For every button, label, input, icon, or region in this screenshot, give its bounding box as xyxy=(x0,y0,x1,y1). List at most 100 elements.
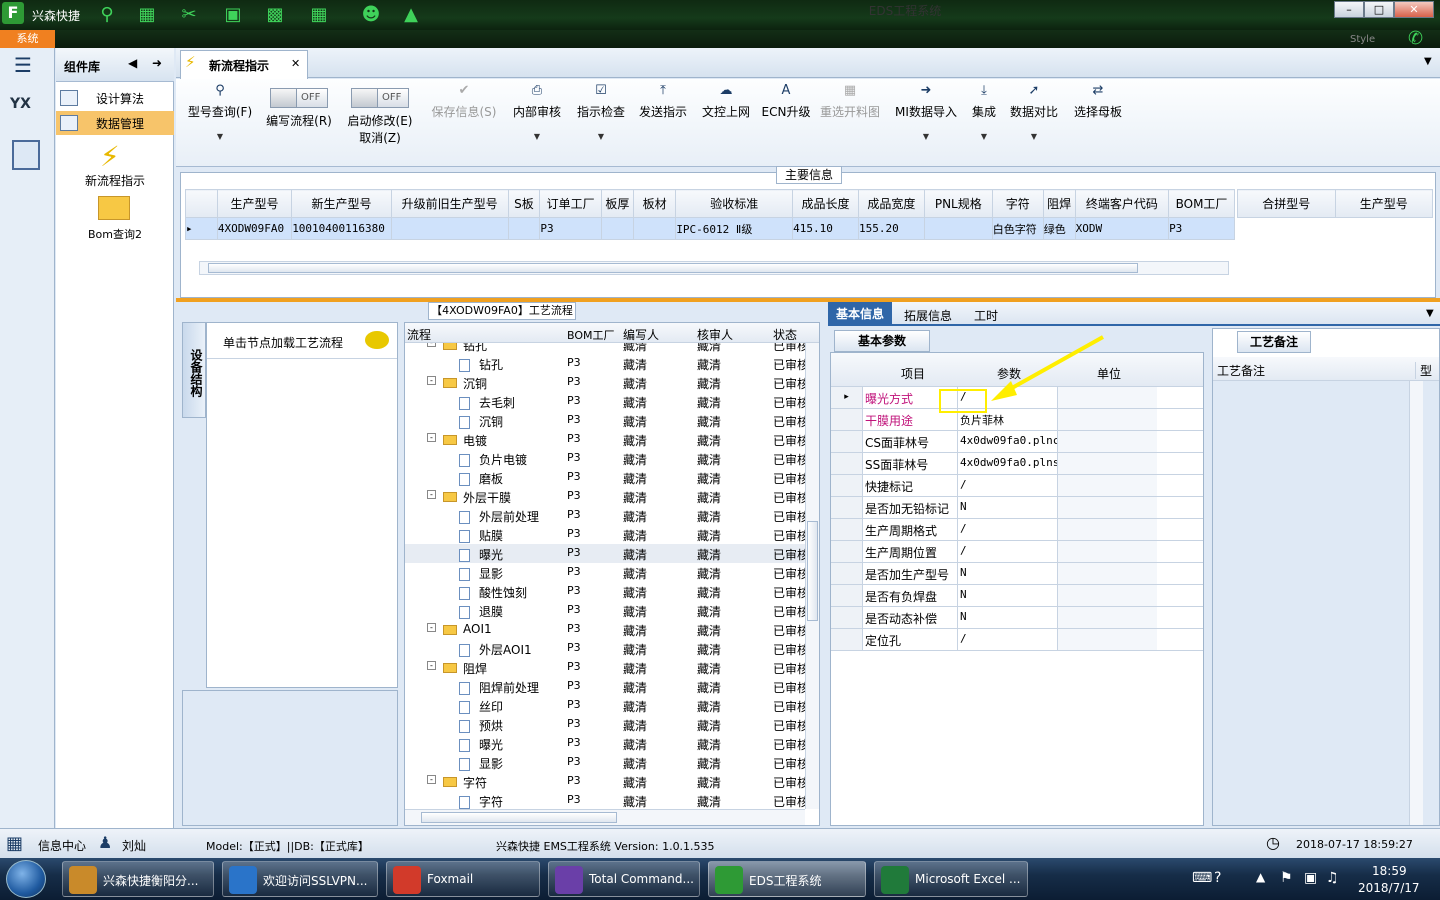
tab-work-hours[interactable]: 工时 xyxy=(974,307,998,324)
send-instruction-button[interactable]: ⤒ 发送指示 xyxy=(636,83,690,120)
column-header[interactable]: 成品宽度 xyxy=(857,189,925,218)
reselect-cutting-button[interactable]: ▦ 重选开料图 xyxy=(818,83,882,120)
column-header[interactable]: 阻焊 xyxy=(1042,189,1076,218)
close-tab-icon[interactable]: ✕ xyxy=(291,57,300,70)
ecn-upgrade-button[interactable]: A ECN升级 xyxy=(760,83,812,120)
collapse-icon[interactable]: - xyxy=(427,775,436,784)
tree-row[interactable]: 钻孔 P3 藏清 藏清 已审核 xyxy=(405,354,805,373)
column-header[interactable]: 生产型号 xyxy=(1334,189,1433,218)
collapse-icon[interactable]: - xyxy=(427,376,436,385)
style-label[interactable]: Style xyxy=(1350,34,1375,45)
param-row[interactable]: 定位孔 / xyxy=(831,629,1203,651)
param-value[interactable]: N xyxy=(957,563,1057,584)
scissors-icon[interactable]: ✂ xyxy=(176,3,202,27)
param-value[interactable]: / xyxy=(957,541,1057,562)
column-header[interactable]: 板厚 xyxy=(600,189,634,218)
tab-basic-info[interactable]: 基本信息 xyxy=(828,302,892,326)
new-flow-item[interactable]: 新流程指示 xyxy=(56,172,174,189)
calculator-icon[interactable]: ▦ xyxy=(134,3,160,27)
column-header[interactable]: BOM工厂 xyxy=(1168,189,1235,218)
column-header[interactable]: S板 xyxy=(507,189,541,218)
table-cell[interactable]: P3 xyxy=(539,217,602,240)
tree-row[interactable]: 显影 P3 藏清 藏清 已审核 xyxy=(405,753,805,772)
library-item-algorithm[interactable]: 设计算法 xyxy=(56,86,174,110)
scroll-thumb[interactable] xyxy=(807,521,818,621)
param-row[interactable]: 是否动态补偿 N xyxy=(831,607,1203,629)
data-compare-button[interactable]: ➚ 数据对比 ▼ xyxy=(1006,83,1062,141)
minimize-button[interactable]: – xyxy=(1334,1,1364,18)
column-header[interactable]: 成品长度 xyxy=(792,189,859,218)
param-value[interactable]: N xyxy=(957,497,1057,518)
write-flow-toggle[interactable]: OFF 编写流程(R) xyxy=(262,83,336,129)
integrate-button[interactable]: ⤓ 集成 ▼ xyxy=(968,83,1000,141)
tree-row[interactable]: 沉铜 P3 藏清 藏清 已审核 xyxy=(405,411,805,430)
table-cell[interactable]: 10010400116380 xyxy=(291,217,392,240)
tab-process-notes[interactable]: 工艺备注 xyxy=(1237,331,1311,353)
param-unit[interactable] xyxy=(1057,607,1157,628)
arrow-left-icon[interactable]: ◀ xyxy=(128,56,137,70)
table-cell[interactable] xyxy=(507,217,541,240)
param-unit[interactable] xyxy=(1057,585,1157,606)
user-icon[interactable]: ☻ xyxy=(358,3,384,27)
taskbar-item[interactable]: Total Command... xyxy=(548,861,700,897)
horizontal-scrollbar[interactable] xyxy=(199,261,1229,275)
chart-icon[interactable]: ▲ xyxy=(398,3,424,27)
equipment-structure-tab[interactable]: 设备结构 xyxy=(182,322,206,418)
param-unit[interactable] xyxy=(1057,431,1157,452)
tab-extended-info[interactable]: 拓展信息 xyxy=(904,307,952,324)
tree-row[interactable]: - AOI1 P3 藏清 藏清 已审核 xyxy=(405,620,805,639)
info-center-link[interactable]: 信息中心 xyxy=(38,837,86,854)
param-unit[interactable] xyxy=(1057,629,1157,650)
tree-row[interactable]: 酸性蚀刻 P3 藏清 藏清 已审核 xyxy=(405,582,805,601)
column-header[interactable]: 验收标准 xyxy=(675,189,794,218)
param-value[interactable]: 4x0dw09fa0.plnss xyxy=(957,453,1057,474)
tree-row[interactable]: 贴膜 P3 藏清 藏清 已审核 xyxy=(405,525,805,544)
param-value[interactable]: / xyxy=(957,519,1057,540)
yx-icon[interactable]: YX xyxy=(10,96,44,128)
taskbar-item[interactable]: 兴森快捷衡阳分... xyxy=(62,861,214,897)
tab-basic-params[interactable]: 基本参数 xyxy=(834,330,930,352)
mi-import-button[interactable]: ➜ MI数据导入 ▼ xyxy=(892,83,960,141)
scroll-thumb[interactable] xyxy=(421,812,617,823)
tree-row[interactable]: - 字符 P3 藏清 藏清 已审核 xyxy=(405,772,805,791)
tab-new-flow[interactable]: ⚡ 新流程指示 ✕ xyxy=(180,50,308,79)
windows-grid-icon[interactable]: ▦ xyxy=(6,833,23,854)
tree-row[interactable]: 去毛刺 P3 藏清 藏清 已审核 xyxy=(405,392,805,411)
tree-row[interactable]: 预烘 P3 藏清 藏清 已审核 xyxy=(405,715,805,734)
param-unit[interactable] xyxy=(1057,497,1157,518)
column-header[interactable]: 板材 xyxy=(632,189,677,218)
param-unit[interactable] xyxy=(1057,453,1157,474)
tree-row[interactable]: - 电镀 P3 藏清 藏清 已审核 xyxy=(405,430,805,449)
table-cell[interactable] xyxy=(390,217,509,240)
tray-expand-icon[interactable]: ▲ xyxy=(1256,870,1265,884)
help-icon[interactable]: ? xyxy=(1214,870,1221,886)
column-header[interactable]: 新生产型号 xyxy=(291,189,392,218)
tree-row[interactable]: - 沉铜 P3 藏清 藏清 已审核 xyxy=(405,373,805,392)
doc-online-button[interactable]: ☁ 文控上网 xyxy=(698,83,754,120)
param-row[interactable]: CS面菲林号 4x0dw09fa0.plncs xyxy=(831,431,1203,453)
tree-row[interactable]: - 外层干膜 P3 藏清 藏清 已审核 xyxy=(405,487,805,506)
tree-row[interactable]: 显影 P3 藏清 藏清 已审核 xyxy=(405,563,805,582)
vertical-scrollbar[interactable] xyxy=(805,343,819,809)
tree-row[interactable]: 丝印 P3 藏清 藏清 已审核 xyxy=(405,696,805,715)
scroll-thumb[interactable] xyxy=(208,263,1138,273)
save-info-button[interactable]: ✔ 保存信息(S) xyxy=(428,83,500,120)
close-button[interactable]: ✕ xyxy=(1394,1,1434,18)
table-cell[interactable]: 155.20 xyxy=(857,217,925,240)
collapse-icon[interactable]: - xyxy=(427,490,436,499)
collapse-icon[interactable]: - xyxy=(427,433,436,442)
table-cell[interactable]: IPC-6012 Ⅱ级 xyxy=(675,217,794,240)
toggle-switch[interactable]: OFF xyxy=(351,88,409,108)
chevron-down-icon[interactable]: ▼ xyxy=(1424,56,1432,67)
table-cell[interactable] xyxy=(632,217,677,240)
param-value[interactable]: / xyxy=(957,475,1057,496)
tree-row[interactable]: 退膜 P3 藏清 藏清 已审核 xyxy=(405,601,805,620)
param-unit[interactable] xyxy=(1057,519,1157,540)
column-header[interactable]: 终端客户代码 xyxy=(1074,189,1170,218)
network-icon[interactable]: ▣ xyxy=(1304,870,1317,886)
taskbar-item[interactable]: Microsoft Excel ... xyxy=(874,861,1028,897)
table-cell[interactable]: XODW xyxy=(1074,217,1170,240)
horizontal-scrollbar[interactable] xyxy=(405,809,805,825)
select-mother-board-button[interactable]: ⇄ 选择母板 xyxy=(1070,83,1126,120)
volume-icon[interactable]: ♫ xyxy=(1326,870,1339,886)
